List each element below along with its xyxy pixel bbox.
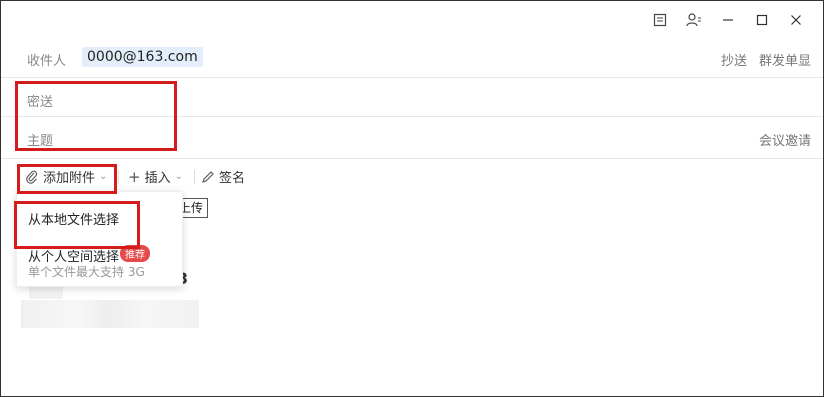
pen-icon [202, 170, 214, 183]
upload-button[interactable]: 上传 [179, 198, 209, 218]
bcc-label: 密送 [27, 95, 54, 110]
editor-toolbar: 添加附件 ⌄ + 插入 ⌄ 签名 [1, 164, 823, 188]
attachment-dropdown: 从本地文件选择 从个人空间选择 推荐 单个文件最大支持 3G [16, 191, 183, 287]
local-file-option[interactable]: 从本地文件选择 [28, 209, 119, 228]
template-icon[interactable] [643, 10, 677, 30]
blurred-content [21, 300, 199, 328]
recommend-badge: 推荐 [120, 245, 150, 262]
plus-icon: + [128, 167, 141, 186]
size-limit-note: 单个文件最大支持 3G [28, 265, 145, 279]
recipient-row[interactable]: 收件人 0000@163.com 抄送 群发单显 [1, 39, 823, 78]
window-controls [643, 10, 813, 30]
insert-label: 插入 [144, 171, 171, 186]
paperclip-icon [26, 170, 37, 184]
cc-link[interactable]: 抄送 [721, 50, 747, 69]
close-icon[interactable] [779, 10, 813, 30]
subject-row[interactable]: 主题 会议邀请 [1, 118, 823, 159]
maximize-icon[interactable] [745, 10, 779, 30]
recipient-options: 抄送 群发单显 [721, 50, 811, 69]
contacts-icon[interactable] [677, 10, 711, 30]
bcc-row[interactable]: 密送 [1, 78, 823, 117]
add-attachment-label: 添加附件 [43, 171, 96, 186]
insert-button[interactable]: + 插入 ⌄ [128, 167, 183, 187]
subject-label: 主题 [27, 134, 54, 149]
recipient-label: 收件人 [27, 54, 67, 69]
bulk-send-link[interactable]: 群发单显 [759, 50, 811, 69]
signature-label: 签名 [219, 171, 246, 186]
toolbar-divider [118, 170, 119, 184]
compose-window: 收件人 0000@163.com 抄送 群发单显 密送 主题 会议邀请 添加附件… [0, 0, 824, 397]
minimize-icon[interactable] [711, 10, 745, 30]
signature-button[interactable]: 签名 [201, 167, 245, 186]
chevron-down-icon: ⌄ [99, 171, 108, 182]
toolbar-divider [194, 170, 195, 184]
chevron-down-icon: ⌄ [174, 171, 183, 182]
meeting-invite-link[interactable]: 会议邀请 [759, 130, 811, 149]
recipient-chip[interactable]: 0000@163.com [82, 47, 203, 67]
add-attachment-button[interactable]: 添加附件 ⌄ [25, 167, 107, 186]
